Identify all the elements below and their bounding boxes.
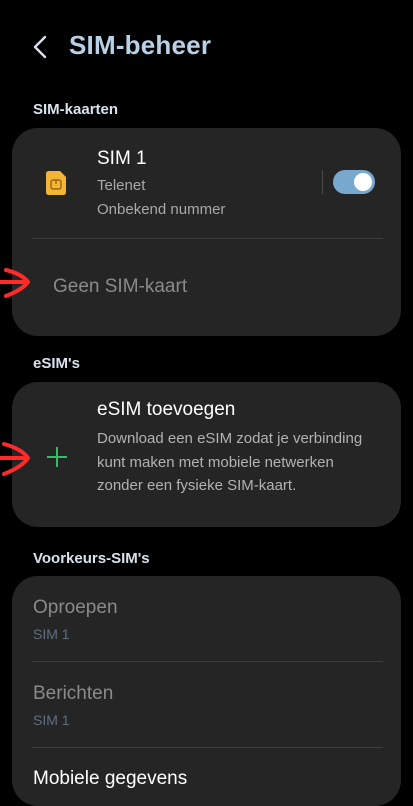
divider (32, 238, 383, 239)
divider (32, 661, 383, 662)
plus-icon (45, 445, 69, 469)
sim1-name: SIM 1 (97, 148, 147, 169)
add-esim-description: Download een eSIM zodat je verbinding ku… (97, 430, 363, 494)
divider (32, 747, 383, 748)
red-arrow-annotation-icon (0, 268, 30, 298)
pref-item-calls-title: Oproepen (33, 597, 118, 618)
section-label-esims: eSIM's (33, 355, 80, 372)
sim1-number: Onbekend nummer (97, 201, 226, 218)
pref-item-messages-value: SIM 1 (33, 712, 70, 728)
pref-item-messages-title: Berichten (33, 683, 114, 704)
chevron-left-icon (33, 35, 47, 59)
sim1-toggle[interactable] (333, 170, 375, 194)
vertical-divider (322, 170, 323, 194)
app-header: SIM-beheer (0, 20, 413, 76)
toggle-knob (354, 173, 372, 191)
sim-card-icon (44, 170, 68, 196)
add-esim-title: eSIM toevoegen (97, 399, 236, 420)
sim-cards-card (12, 128, 401, 336)
pref-item-mobile-data-title: Mobiele gegevens (33, 768, 188, 789)
sim1-carrier: Telenet (97, 177, 146, 194)
empty-sim-slot[interactable]: Geen SIM-kaart (53, 276, 187, 298)
section-label-sim-cards: SIM-kaarten (33, 101, 119, 118)
page-title: SIM-beheer (69, 30, 212, 60)
red-arrow-annotation-icon (0, 442, 30, 476)
back-button[interactable] (26, 32, 56, 62)
pref-item-calls-value: SIM 1 (33, 626, 70, 642)
section-label-preferred-sims: Voorkeurs-SIM's (33, 550, 150, 567)
